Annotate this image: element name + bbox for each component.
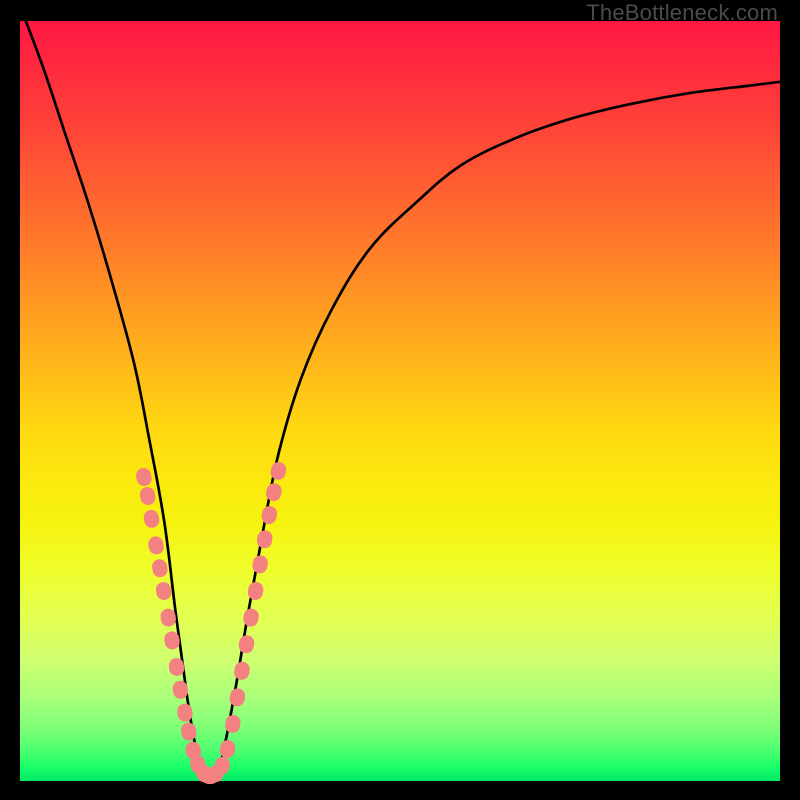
bead [151,558,169,578]
bead [142,509,160,529]
bead [147,535,165,555]
bead [139,486,157,506]
bead [251,554,269,574]
valley-beads [135,460,288,784]
bead [155,581,173,601]
plot-area [20,21,780,781]
bottleneck-curve [20,6,780,781]
bead [228,687,246,707]
bead [260,505,278,525]
bead [238,634,256,654]
chart-frame: TheBottleneck.com [0,0,800,800]
bead [264,482,283,503]
bead [233,661,251,681]
curve-svg [20,21,780,781]
bead [256,529,274,549]
bead [135,467,153,487]
bead [247,581,265,601]
